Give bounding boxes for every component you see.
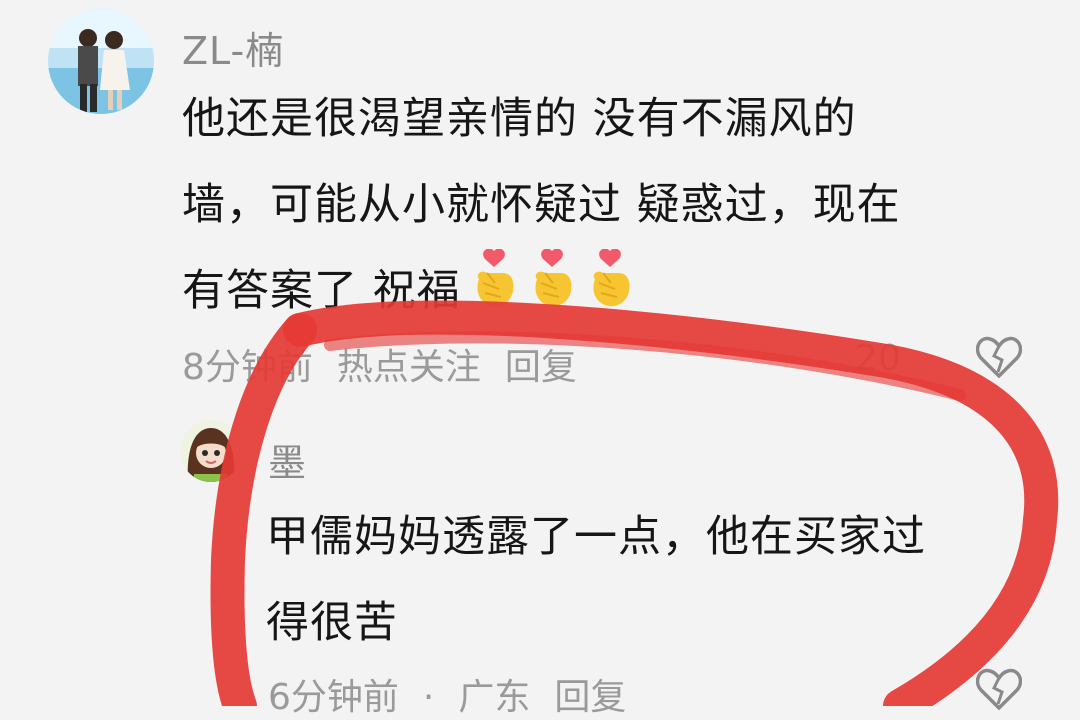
comment-time: 8分钟前 — [182, 347, 313, 388]
like-count: 20 — [855, 338, 901, 379]
comment-text-line: 有答案了 祝福 — [182, 248, 901, 334]
comment-text-line: 得很苦 — [266, 598, 398, 648]
comment-meta: 8分钟前 热点关注 回复 — [182, 338, 601, 390]
avatar-mo[interactable] — [180, 420, 242, 482]
comment-text-line: 墙，可能从小就怀疑过 疑惑过，现在 — [182, 180, 901, 230]
meta-separator: · — [422, 677, 435, 718]
comment-time: 6分钟前 — [268, 677, 399, 718]
finger-heart-emoji — [585, 249, 635, 311]
comment-text: 甲儒妈妈透露了一点，他在买家过 得很苦 — [266, 494, 926, 666]
reply-button[interactable]: 回复 — [554, 677, 626, 718]
avatar-zl-nan[interactable] — [48, 8, 154, 114]
reply-button[interactable]: 回复 — [505, 347, 577, 388]
comment-username[interactable]: 墨 — [268, 432, 307, 487]
finger-heart-emoji — [527, 249, 577, 311]
comment-meta: 6分钟前 · 广东 回复 — [268, 668, 650, 720]
comment-text: 他还是很渴望亲情的 没有不漏风的 墙，可能从小就怀疑过 疑惑过，现在 有答案了 … — [182, 76, 901, 334]
finger-heart-emoji — [469, 249, 519, 311]
comment-location: 广东 — [458, 677, 531, 718]
hot-tag[interactable]: 热点关注 — [337, 347, 481, 388]
comment-text-segment: 有答案了 祝福 — [182, 266, 461, 316]
comment-text-line: 他还是很渴望亲情的 没有不漏风的 — [182, 94, 857, 144]
heart-icon[interactable] — [976, 336, 1022, 378]
heart-icon[interactable] — [976, 668, 1022, 710]
comment-username[interactable]: ZL-楠 — [182, 20, 284, 75]
comment-text-line: 甲儒妈妈透露了一点，他在买家过 — [266, 512, 926, 562]
